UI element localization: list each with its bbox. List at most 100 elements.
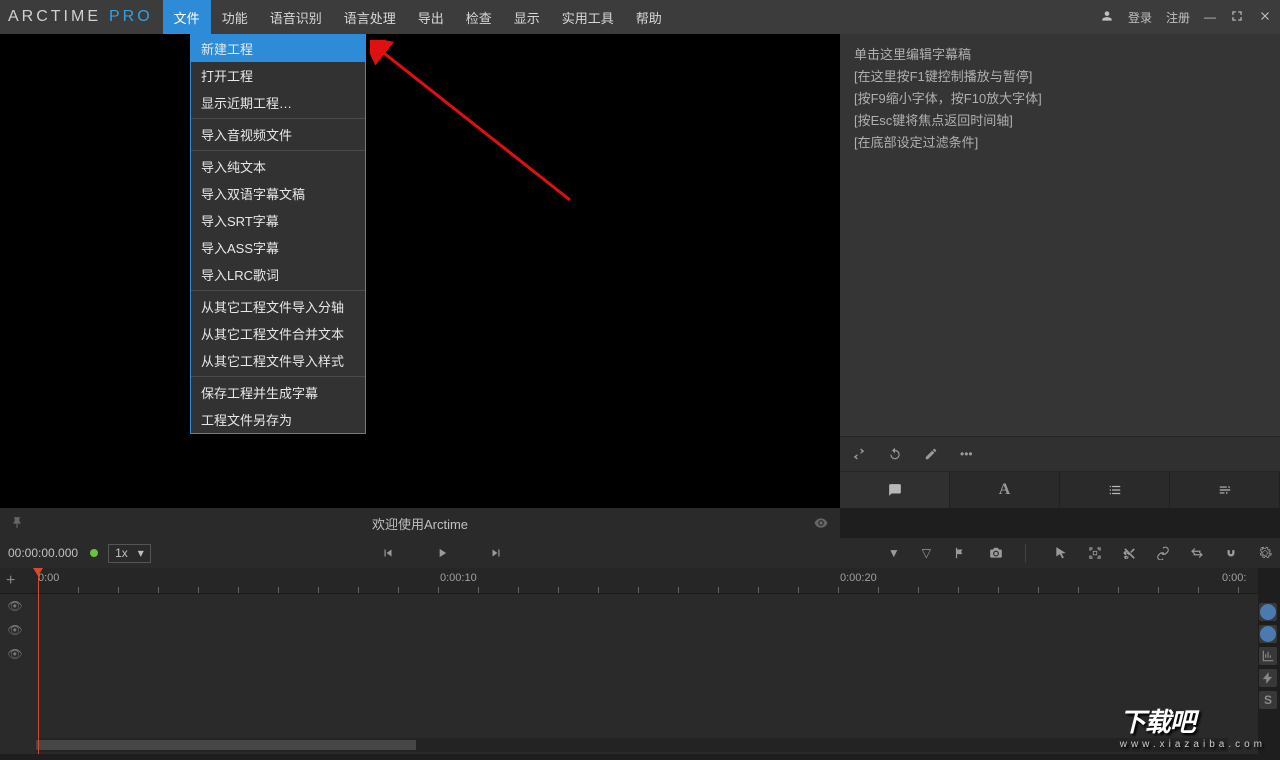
- ruler-tick: [478, 587, 479, 593]
- ruler-tick: [1198, 587, 1199, 593]
- undo-icon[interactable]: [888, 447, 902, 461]
- ruler-label: 0:00:: [1222, 572, 1246, 584]
- playhead[interactable]: [38, 568, 39, 754]
- dropdown-import-bilingual[interactable]: 导入双语字幕文稿: [191, 180, 365, 207]
- dropdown-import-av[interactable]: 导入音视频文件: [191, 121, 365, 148]
- swap2-icon[interactable]: [1190, 546, 1204, 560]
- dropdown-import-axis[interactable]: 从其它工程文件导入分轴: [191, 293, 365, 320]
- track-visibility-icon[interactable]: 👁: [0, 623, 30, 637]
- track-visibility-icon[interactable]: 👁: [0, 599, 30, 613]
- ruler-tick: [718, 587, 719, 593]
- tab-settings[interactable]: [1170, 472, 1280, 508]
- select-icon[interactable]: [1088, 546, 1102, 560]
- scrollbar-thumb[interactable]: [36, 740, 416, 750]
- flag-icon[interactable]: [953, 546, 967, 560]
- dropdown-merge-text[interactable]: 从其它工程文件合并文本: [191, 320, 365, 347]
- swap-icon[interactable]: [852, 447, 866, 461]
- dropdown-import-srt[interactable]: 导入SRT字幕: [191, 207, 365, 234]
- menubar-right: 登录 注册 —: [1100, 9, 1272, 26]
- tab-list[interactable]: [1060, 472, 1170, 508]
- ruler-tick: [318, 587, 319, 593]
- ruler-tick: [238, 587, 239, 593]
- ruler-tick: [278, 587, 279, 593]
- ruler-tick: [518, 587, 519, 593]
- track-row: 👁: [0, 618, 1258, 642]
- ruler-tick: [158, 587, 159, 593]
- minimap-blue-icon[interactable]: [1259, 603, 1277, 621]
- subtitle-editor[interactable]: 单击这里编辑字幕稿 [在这里按F1键控制播放与暂停] [按F9缩小字体，按F10…: [840, 34, 1280, 436]
- timeline-tracks[interactable]: 👁 👁 👁: [0, 594, 1258, 734]
- track-visibility-icon[interactable]: 👁: [0, 647, 30, 661]
- menu-file[interactable]: 文件: [163, 0, 211, 34]
- menu-function[interactable]: 功能: [211, 0, 259, 34]
- dropdown-save-project[interactable]: 保存工程并生成字幕: [191, 379, 365, 406]
- speed-select[interactable]: 1x▾: [108, 544, 151, 563]
- ruler-tick: [838, 587, 839, 593]
- minimap-bolt-icon[interactable]: [1259, 669, 1277, 687]
- pointer-icon[interactable]: [1054, 546, 1068, 560]
- login-link[interactable]: 登录: [1128, 9, 1152, 26]
- video-preview[interactable]: [0, 34, 840, 508]
- menubar: ARCTIME PRO 文件 功能 语音识别 语言处理 导出 检查 显示 实用工…: [0, 0, 1280, 34]
- tab-chat[interactable]: [840, 472, 950, 508]
- ruler-tick: [678, 587, 679, 593]
- play-icon[interactable]: [435, 546, 449, 560]
- menu-speech[interactable]: 语音识别: [259, 0, 333, 34]
- hint-line: [按Esc键将焦点返回时间轴]: [854, 110, 1266, 132]
- menu-language[interactable]: 语言处理: [333, 0, 407, 34]
- hint-line: [在这里按F1键控制播放与暂停]: [854, 66, 1266, 88]
- menu-tools[interactable]: 实用工具: [551, 0, 625, 34]
- close-icon[interactable]: [1258, 9, 1272, 26]
- link-icon[interactable]: [1156, 546, 1170, 560]
- menu-export[interactable]: 导出: [407, 0, 455, 34]
- pin-icon[interactable]: [10, 516, 24, 530]
- register-link[interactable]: 注册: [1166, 9, 1190, 26]
- add-track-icon[interactable]: +: [6, 572, 15, 590]
- dropdown-open-project[interactable]: 打开工程: [191, 62, 365, 89]
- menu-check[interactable]: 检查: [455, 0, 503, 34]
- marker-down2-icon[interactable]: ▽: [922, 546, 931, 560]
- side-tabs: A: [840, 472, 1280, 508]
- timecode: 00:00:00.000: [8, 546, 78, 560]
- app-logo: ARCTIME PRO: [8, 8, 153, 26]
- edit-icon[interactable]: [924, 447, 938, 461]
- marker-down-icon[interactable]: ▼: [888, 546, 900, 560]
- dropdown-separator: [191, 118, 365, 119]
- playback-bar: 00:00:00.000 1x▾ ▼ ▽: [0, 538, 1280, 568]
- ruler-tick: [78, 587, 79, 593]
- dropdown-import-style[interactable]: 从其它工程文件导入样式: [191, 347, 365, 374]
- menu-display[interactable]: 显示: [503, 0, 551, 34]
- ruler-tick: [958, 587, 959, 593]
- dropdown-new-project[interactable]: 新建工程: [191, 35, 365, 62]
- track-row: 👁: [0, 594, 1258, 618]
- gear-icon[interactable]: [1258, 546, 1272, 560]
- ruler-tick: [558, 587, 559, 593]
- more-icon[interactable]: •••: [960, 447, 973, 461]
- camera-icon[interactable]: [989, 546, 1003, 560]
- dropdown-save-as[interactable]: 工程文件另存为: [191, 406, 365, 433]
- dropdown-import-text[interactable]: 导入纯文本: [191, 153, 365, 180]
- minimize-icon[interactable]: —: [1204, 10, 1216, 24]
- cut-icon[interactable]: [1122, 546, 1136, 560]
- user-icon[interactable]: [1100, 9, 1114, 26]
- separator: [1025, 544, 1026, 562]
- watermark: 下载吧 www.xiazaiba.com: [1120, 702, 1266, 750]
- menu-help[interactable]: 帮助: [625, 0, 673, 34]
- minimap-blue2-icon[interactable]: [1259, 625, 1277, 643]
- ruler-tick: [878, 587, 879, 593]
- ruler-tick: [198, 587, 199, 593]
- minimap-chart-icon[interactable]: [1259, 647, 1277, 665]
- tab-style[interactable]: A: [950, 472, 1060, 508]
- dropdown-recent-projects[interactable]: 显示近期工程…: [191, 89, 365, 116]
- timeline-ruler[interactable]: + 0:00 0:00:10 0:00:20 0:00:: [0, 568, 1258, 594]
- maximize-icon[interactable]: [1230, 9, 1244, 26]
- next-icon[interactable]: [489, 546, 503, 560]
- timeline-scrollbar[interactable]: [36, 738, 1228, 752]
- dropdown-import-lrc[interactable]: 导入LRC歌词: [191, 261, 365, 288]
- prev-icon[interactable]: [381, 546, 395, 560]
- visibility-icon[interactable]: [814, 516, 828, 530]
- side-toolbar: •••: [840, 436, 1280, 472]
- dropdown-separator: [191, 150, 365, 151]
- dropdown-import-ass[interactable]: 导入ASS字幕: [191, 234, 365, 261]
- magnet-icon[interactable]: [1224, 546, 1238, 560]
